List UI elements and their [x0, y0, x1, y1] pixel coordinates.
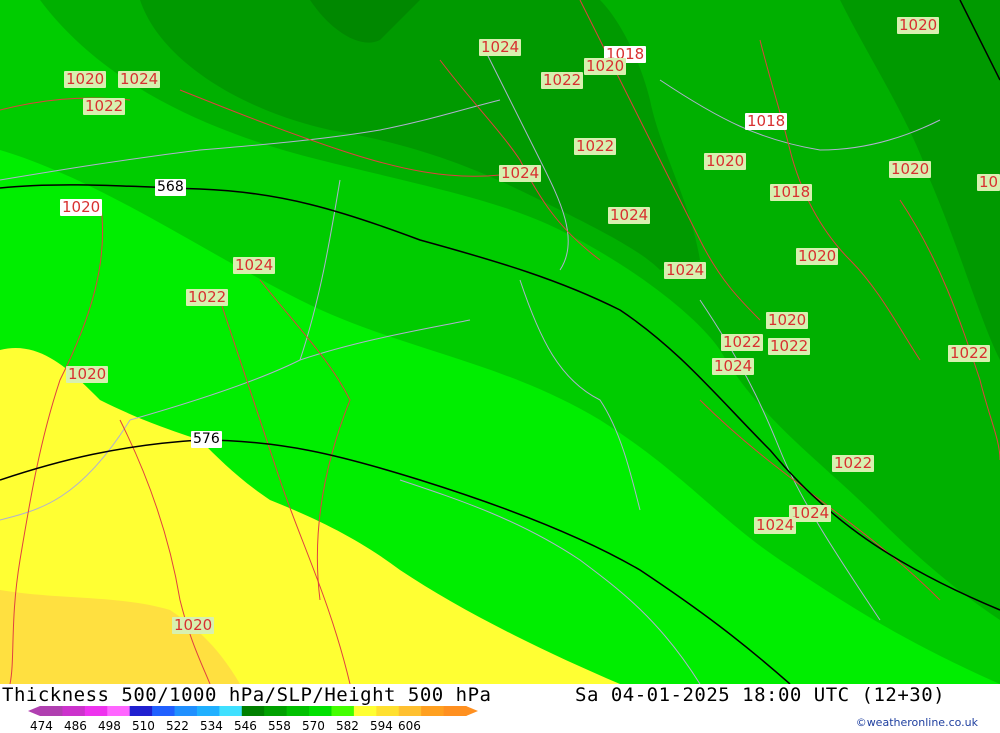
credit-link[interactable]: ©weatheronline.co.uk: [856, 716, 978, 729]
scale-tick-label: 474: [30, 719, 53, 733]
slp-label: 10: [977, 173, 1000, 191]
scale-swatch: [174, 706, 198, 716]
scale-swatch: [219, 706, 243, 716]
scale-swatch: [421, 706, 445, 716]
slp-label: 1024: [118, 70, 161, 88]
scale-tick-label: 582: [336, 719, 359, 733]
slp-label: 1024: [233, 256, 276, 274]
map-title: Thickness 500/1000 hPa/SLP/Height 500 hP…: [2, 684, 492, 706]
scale-tick-label: 498: [98, 719, 121, 733]
scale-swatch: [331, 706, 355, 716]
scale-tick-label: 570: [302, 719, 325, 733]
slp-label: 1020: [897, 16, 940, 34]
color-scale: [28, 706, 478, 716]
slp-label: 1020: [584, 57, 627, 75]
slp-label: 1022: [768, 337, 811, 355]
scale-swatch: [353, 706, 377, 716]
scale-swatch: [62, 706, 86, 716]
scale-tick-label: 594: [370, 719, 393, 733]
scale-swatch: [40, 706, 63, 716]
scale-swatch: [376, 706, 400, 716]
scale-swatch: [264, 706, 288, 716]
slp-label: 1024: [754, 516, 797, 534]
slp-label: 1020: [766, 311, 809, 329]
slp-label: 1020: [172, 616, 215, 634]
slp-label: 1022: [83, 97, 126, 115]
scale-swatch: [241, 706, 265, 716]
height-label: 568: [155, 179, 186, 196]
slp-label: 1018: [745, 112, 788, 130]
slp-label: 1024: [608, 206, 651, 224]
slp-label: 1020: [889, 160, 932, 178]
scale-tick-label: 558: [268, 719, 291, 733]
scale-tick-label: 534: [200, 719, 223, 733]
scale-tick-label: 510: [132, 719, 155, 733]
scale-swatch: [443, 706, 467, 716]
slp-label: 1022: [186, 288, 229, 306]
slp-label: 1020: [64, 70, 107, 88]
scale-swatch: [152, 706, 176, 716]
weather-map: [0, 0, 1000, 684]
slp-label: 1022: [541, 71, 584, 89]
scale-tick-label: 546: [234, 719, 257, 733]
scale-tick-label: 522: [166, 719, 189, 733]
scale-arrow-right: [466, 706, 478, 716]
height-label: 576: [191, 431, 222, 448]
scale-tick-label: 606: [398, 719, 421, 733]
scale-arrow-left: [28, 706, 40, 716]
slp-label: 1018: [770, 183, 813, 201]
slp-label: 1022: [721, 333, 764, 351]
slp-label: 1024: [479, 38, 522, 56]
slp-label: 1020: [66, 365, 109, 383]
scale-swatch: [309, 706, 332, 716]
scale-tick-label: 486: [64, 719, 87, 733]
scale-swatch: [286, 706, 310, 716]
map-footer: Thickness 500/1000 hPa/SLP/Height 500 hP…: [0, 684, 1000, 733]
slp-label: 1022: [574, 137, 617, 155]
scale-swatch: [196, 706, 220, 716]
slp-label: 1024: [664, 261, 707, 279]
slp-label: 1024: [712, 357, 755, 375]
slp-label: 1020: [704, 152, 747, 170]
scale-swatch: [107, 706, 131, 716]
slp-label: 1022: [948, 344, 991, 362]
slp-label: 1020: [60, 198, 103, 216]
scale-swatch: [84, 706, 108, 716]
scale-swatch: [398, 706, 422, 716]
scale-swatch: [129, 706, 153, 716]
slp-label: 1024: [499, 164, 542, 182]
valid-time: Sa 04-01-2025 18:00 UTC (12+30): [575, 684, 946, 706]
slp-label: 1020: [796, 247, 839, 265]
slp-label: 1022: [832, 454, 875, 472]
